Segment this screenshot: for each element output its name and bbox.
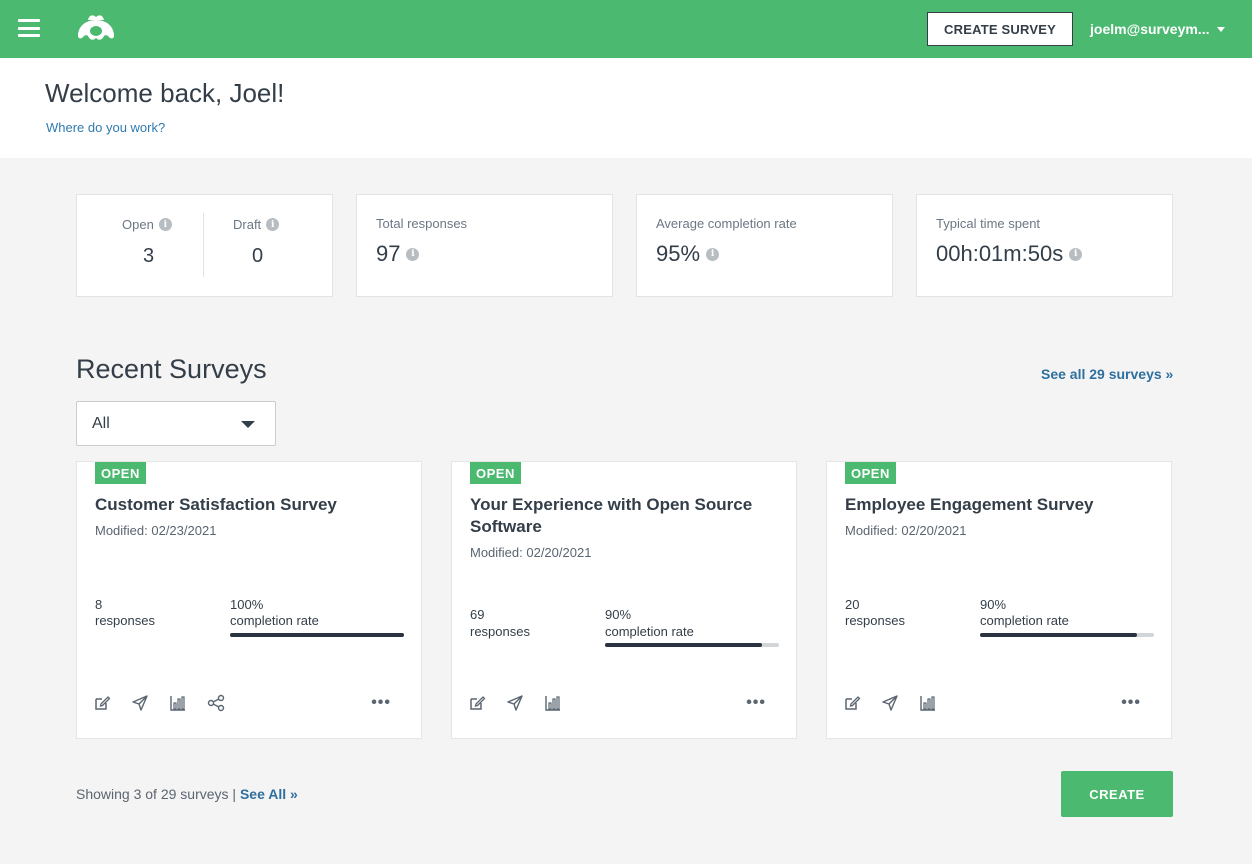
filter-selected-value: All: [92, 415, 110, 432]
open-count[interactable]: 3: [143, 245, 154, 268]
responses-label: responses: [470, 624, 530, 639]
analyze-icon[interactable]: [919, 694, 937, 712]
more-options-icon[interactable]: •••: [1121, 694, 1141, 712]
responses-label: responses: [845, 613, 905, 628]
card-actions: [93, 694, 225, 712]
create-button[interactable]: CREATE: [1061, 771, 1173, 817]
completion-rate-label: Average completion rate: [656, 216, 797, 231]
completion-progress-fill: [980, 633, 1137, 637]
total-responses-label: Total responses: [376, 216, 468, 231]
user-email: joelm@surveym...: [1090, 21, 1210, 37]
response-count: 20: [845, 597, 860, 612]
info-icon[interactable]: i: [406, 247, 420, 261]
survey-card[interactable]: OPEN Employee Engagement Survey Modified…: [826, 461, 1172, 739]
showing-count: Showing 3 of 29 surveys | See All »: [76, 786, 298, 802]
see-all-surveys-link[interactable]: See all 29 surveys »: [1041, 366, 1173, 382]
time-spent-card: Typical time spent 00h:01m:50s i: [916, 194, 1173, 297]
completion-rate-label: completion rate: [980, 613, 1069, 628]
hamburger-menu-icon[interactable]: [18, 19, 40, 37]
completion-rate-value: 90%: [980, 597, 1007, 612]
survey-title[interactable]: Your Experience with Open Source Softwar…: [470, 494, 780, 538]
see-all-link[interactable]: See All »: [240, 786, 298, 802]
caret-down-icon: [241, 421, 255, 428]
responses-label: responses: [95, 613, 155, 628]
completion-rate-label: completion rate: [230, 613, 319, 628]
info-icon[interactable]: i: [706, 247, 720, 261]
welcome-header: Welcome back, Joel! Where do you work?: [0, 58, 1252, 158]
card-actions: [468, 694, 562, 712]
time-spent-value-group: 00h:01m:50s i: [936, 241, 1083, 267]
draft-count[interactable]: 0: [252, 245, 263, 268]
completion-rate-value: 90%: [605, 607, 632, 622]
card-actions: [843, 694, 937, 712]
send-icon[interactable]: [506, 694, 524, 712]
surveymonkey-logo-icon[interactable]: [74, 12, 118, 44]
analyze-icon[interactable]: [169, 694, 187, 712]
total-responses-card: Total responses 97 i: [356, 194, 613, 297]
chevron-down-icon: [1217, 26, 1226, 32]
user-account-menu[interactable]: joelm@surveym...: [1090, 21, 1226, 37]
survey-title[interactable]: Employee Engagement Survey: [845, 494, 1155, 516]
showing-count-text: Showing 3 of 29 surveys |: [76, 786, 240, 802]
completion-rate-value-group: 95% i: [656, 241, 720, 267]
survey-modified-date: Modified: 02/20/2021: [845, 523, 967, 538]
survey-card[interactable]: OPEN Your Experience with Open Source So…: [451, 461, 797, 739]
send-icon[interactable]: [131, 694, 149, 712]
response-count: 8: [95, 597, 103, 612]
completion-progress-bar: [230, 633, 404, 637]
completion-rate-value: 100%: [230, 597, 264, 612]
completion-progress-fill: [230, 633, 404, 637]
completion-progress-bar: [605, 643, 779, 647]
completion-rate-label: completion rate: [605, 624, 694, 639]
survey-modified-date: Modified: 02/20/2021: [470, 545, 592, 560]
where-do-you-work-link[interactable]: Where do you work?: [46, 120, 165, 135]
response-count: 69: [470, 607, 485, 622]
status-badge: OPEN: [95, 462, 146, 484]
completion-progress-fill: [605, 643, 762, 647]
edit-icon[interactable]: [93, 694, 111, 712]
more-options-icon[interactable]: •••: [746, 694, 766, 712]
edit-icon[interactable]: [468, 694, 486, 712]
top-nav-bar: CREATE SURVEY joelm@surveym...: [0, 0, 1252, 58]
status-stat-card: Open i 3 Draft i 0: [76, 194, 333, 297]
survey-card[interactable]: OPEN Customer Satisfaction Survey Modifi…: [76, 461, 422, 739]
time-spent-label: Typical time spent: [936, 216, 1041, 231]
recent-surveys-title: Recent Surveys: [76, 354, 267, 384]
create-survey-button[interactable]: CREATE SURVEY: [927, 12, 1073, 46]
page-title: Welcome back, Joel!: [45, 78, 285, 108]
time-spent-value: 00h:01m:50s: [936, 241, 1064, 266]
draft-label-group: Draft i: [233, 217, 280, 232]
survey-title[interactable]: Customer Satisfaction Survey: [95, 494, 405, 516]
total-responses-value: 97: [376, 241, 401, 266]
edit-icon[interactable]: [843, 694, 861, 712]
completion-rate-value: 95%: [656, 241, 701, 266]
draft-label: Draft: [233, 217, 262, 232]
survey-filter-dropdown[interactable]: All: [76, 401, 276, 446]
open-label-group: Open i: [122, 217, 172, 232]
status-badge: OPEN: [470, 462, 521, 484]
share-icon[interactable]: [207, 694, 225, 712]
completion-progress-bar: [980, 633, 1154, 637]
open-label: Open: [122, 217, 154, 232]
info-icon[interactable]: i: [266, 218, 280, 231]
divider: [203, 213, 204, 277]
info-icon[interactable]: i: [1069, 247, 1083, 261]
total-responses-value-group: 97 i: [376, 241, 420, 267]
send-icon[interactable]: [881, 694, 899, 712]
completion-rate-card: Average completion rate 95% i: [636, 194, 893, 297]
info-icon[interactable]: i: [158, 218, 172, 231]
more-options-icon[interactable]: •••: [371, 694, 391, 712]
status-badge: OPEN: [845, 462, 896, 484]
analyze-icon[interactable]: [544, 694, 562, 712]
survey-modified-date: Modified: 02/23/2021: [95, 523, 217, 538]
